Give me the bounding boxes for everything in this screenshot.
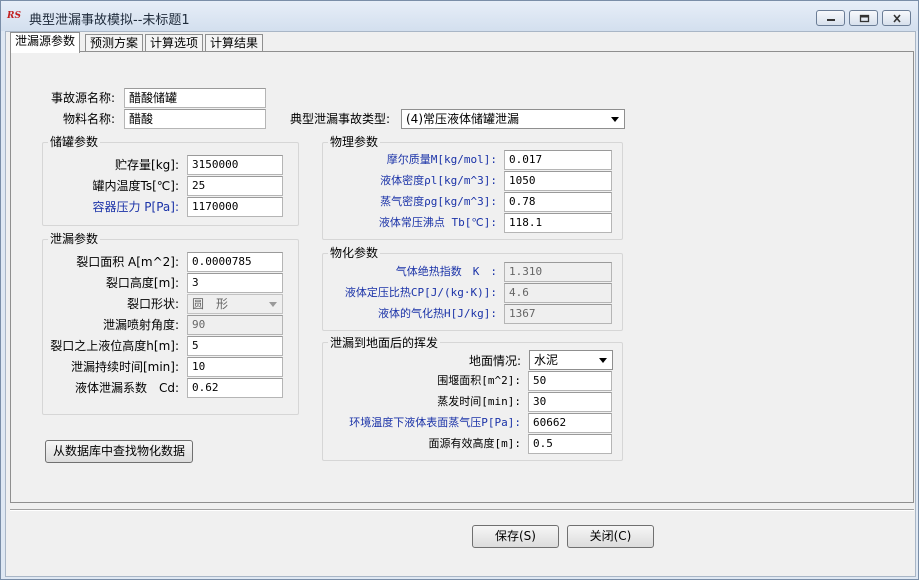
app-window: RS 典型泄漏事故模拟--未标题1 泄漏源参数 预测方案 计算选项 计算结果 事…: [0, 0, 919, 580]
ground-condition-select[interactable]: 水泥: [529, 350, 613, 370]
physical-params-title: 物理参数: [328, 135, 381, 149]
leak-shape-select: 圆 形: [187, 294, 283, 314]
discharge-coef-label: 液体泄漏系数 Cd:: [74, 381, 179, 395]
source-height-label: 面源有效高度[m]:: [428, 437, 522, 450]
accident-type-select[interactable]: (4)常压液体储罐泄漏: [401, 109, 625, 129]
close-button[interactable]: 关闭(C): [567, 525, 654, 548]
minimize-icon: [827, 19, 835, 21]
jet-angle-label: 泄漏喷射角度:: [102, 318, 179, 332]
accident-type-value: (4)常压液体储罐泄漏: [406, 112, 519, 126]
evaporation-title: 泄漏到地面后的挥发: [328, 336, 441, 350]
close-icon: [893, 14, 901, 23]
window-title: 典型泄漏事故模拟--未标题1: [29, 13, 190, 28]
source-name-label: 事故源名称:: [50, 91, 115, 105]
boiling-point-input[interactable]: 118.1: [504, 213, 612, 233]
title-bar[interactable]: RS 典型泄漏事故模拟--未标题1: [1, 1, 918, 31]
tab-calc-results[interactable]: 计算结果: [205, 34, 264, 52]
app-logo-icon: RS: [7, 11, 21, 21]
vapor-density-label: 蒸气密度ρg[kg/m^3]:: [380, 195, 497, 208]
leak-source-panel: 事故源名称: 醋酸储罐 物料名称: 醋酸 典型泄漏事故类型: (4)常压液体储罐…: [10, 51, 914, 503]
molar-mass-label: 摩尔质量M[kg/mol]:: [386, 153, 497, 166]
molar-mass-input[interactable]: 0.017: [504, 150, 612, 170]
physchem-params-title: 物化参数: [328, 246, 381, 260]
specific-heat-label: 液体定压比热CP[J/(kg·K)]:: [344, 286, 497, 299]
material-name-label: 物料名称:: [62, 112, 115, 126]
vapor-density-input[interactable]: 0.78: [504, 192, 612, 212]
evap-time-input[interactable]: 30: [528, 392, 612, 412]
source-height-input[interactable]: 0.5: [528, 434, 612, 454]
discharge-coef-input[interactable]: 0.62: [187, 378, 283, 398]
storage-amount-input[interactable]: 3150000: [187, 155, 283, 175]
liquid-density-input[interactable]: 1050: [504, 171, 612, 191]
close-window-button[interactable]: [882, 10, 911, 26]
chevron-down-icon: [269, 302, 277, 307]
container-pressure-input[interactable]: 1170000: [187, 197, 283, 217]
container-pressure-label: 容器压力 P[Pa]:: [92, 200, 179, 214]
boiling-point-label: 液体常压沸点 Tb[℃]:: [378, 216, 497, 229]
leak-height-label: 裂口高度[m]:: [105, 276, 179, 290]
chevron-down-icon: [611, 117, 619, 122]
material-name-input[interactable]: 醋酸: [124, 109, 266, 129]
leak-area-input[interactable]: 0.0000785: [187, 252, 283, 272]
tab-leak-source-params[interactable]: 泄漏源参数: [10, 32, 81, 53]
ground-condition-label: 地面情况:: [468, 354, 521, 368]
vapor-pressure-input[interactable]: 60662: [528, 413, 612, 433]
divider: [10, 509, 914, 511]
save-button[interactable]: 保存(S): [472, 525, 559, 548]
tab-strip: 泄漏源参数 预测方案 计算选项 计算结果: [10, 32, 910, 53]
evap-time-label: 蒸发时间[min]:: [437, 395, 521, 408]
storage-params-title: 储罐参数: [48, 135, 101, 149]
leak-duration-input[interactable]: 10: [187, 357, 283, 377]
leak-duration-label: 泄漏持续时间[min]:: [70, 360, 179, 374]
tank-temp-input[interactable]: 25: [187, 176, 283, 196]
minimize-button[interactable]: [816, 10, 845, 26]
vaporization-heat-label: 液体的气化热H[J/kg]:: [378, 307, 497, 320]
ground-condition-value: 水泥: [534, 353, 559, 367]
vaporization-heat-input: 1367: [504, 304, 612, 324]
maximize-button[interactable]: [849, 10, 878, 26]
tank-temp-label: 罐内温度Ts[℃]:: [92, 179, 179, 193]
maximize-icon: [859, 14, 870, 23]
source-name-input[interactable]: 醋酸储罐: [124, 88, 266, 108]
dike-area-input[interactable]: 50: [528, 371, 612, 391]
adiabatic-index-label: 气体绝热指数 K :: [395, 265, 497, 278]
tab-calc-options[interactable]: 计算选项: [145, 34, 204, 52]
dike-area-label: 围堰面积[m^2]:: [437, 374, 521, 387]
lookup-physchem-button[interactable]: 从数据库中查找物化数据: [45, 440, 193, 463]
jet-angle-input: 90: [187, 315, 283, 335]
specific-heat-input: 4.6: [504, 283, 612, 303]
vapor-pressure-label: 环境温度下液体表面蒸气压P[Pa]:: [349, 416, 521, 429]
liquid-level-input[interactable]: 5: [187, 336, 283, 356]
adiabatic-index-input: 1.310: [504, 262, 612, 282]
tab-prediction-plan[interactable]: 预测方案: [85, 34, 144, 52]
leak-shape-value: 圆 形: [192, 297, 229, 311]
liquid-density-label: 液体密度ρl[kg/m^3]:: [380, 174, 497, 187]
chevron-down-icon: [599, 358, 607, 363]
liquid-level-label: 裂口之上液位高度h[m]:: [50, 339, 179, 353]
leak-height-input[interactable]: 3: [187, 273, 283, 293]
leak-area-label: 裂口面积 A[m^2]:: [76, 255, 179, 269]
client-area: 泄漏源参数 预测方案 计算选项 计算结果 事故源名称: 醋酸储罐 物料名称: 醋…: [5, 31, 916, 577]
leak-params-title: 泄漏参数: [48, 232, 101, 246]
storage-amount-label: 贮存量[kg]:: [115, 158, 179, 172]
leak-shape-label: 裂口形状:: [126, 297, 179, 311]
accident-type-label: 典型泄漏事故类型:: [290, 112, 391, 126]
